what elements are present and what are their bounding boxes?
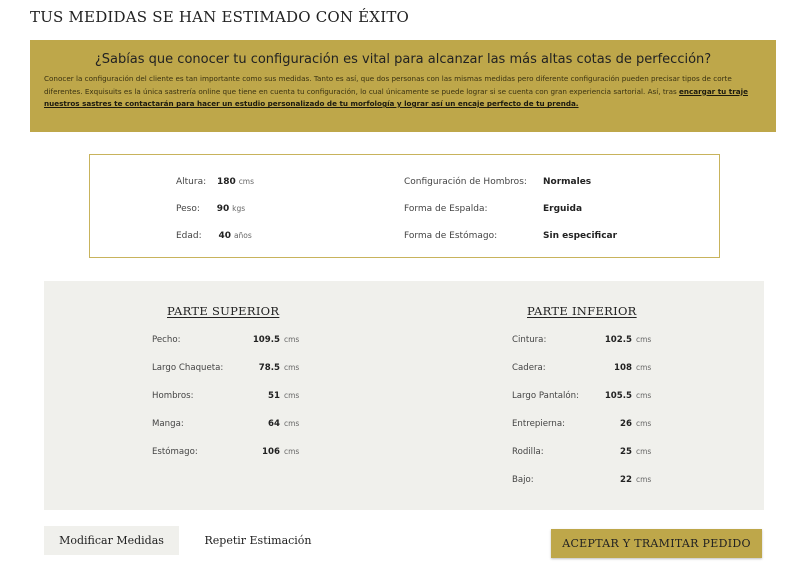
modify-measurements-button[interactable]: Modificar Medidas [44,526,179,555]
profile-value: 90 [216,204,230,214]
measurements-panel: PARTE SUPERIOR PARTE INFERIOR Pecho: 109… [44,281,764,510]
accept-order-button[interactable]: ACEPTAR Y TRAMITAR PEDIDO [551,529,762,558]
measurement-unit: cms [636,475,652,484]
measurement-value: 109.5 [252,335,280,345]
measurement-label: Pecho: [152,335,181,345]
info-body: Conocer la configuración del cliente es … [44,73,762,111]
profile-height-row: Altura: 180 cms [176,177,254,187]
profile-stomach-row: Forma de Estómago: [404,231,497,241]
profile-label: Altura: [176,177,207,187]
info-heading: ¿Sabías que conocer tu configuración es … [94,52,712,67]
measurement-value: 51 [268,391,280,401]
measurement-value: 78.5 [258,363,280,373]
measurement-unit: cms [636,419,652,428]
profile-shoulders-value: Normales [543,177,591,187]
measurement-label: Cadera: [512,363,546,373]
measurement-unit: cms [636,363,652,372]
measurement-label: Hombros: [152,391,194,401]
lower-section-title: PARTE INFERIOR [527,304,637,318]
repeat-estimation-button[interactable]: Repetir Estimación [191,526,325,555]
profile-age-row: Edad: 40 años [176,231,252,241]
profile-label: Configuración de Hombros: [404,177,527,187]
measurement-value: 102.5 [604,335,632,345]
measurement-unit: cms [284,335,300,344]
body-profile-summary: Altura: 180 cms Peso: 90 kgs Edad: 40 añ… [89,154,720,258]
measurement-value: 105.5 [604,391,632,401]
profile-value: Sin especificar [543,231,618,241]
upper-section-title: PARTE SUPERIOR [167,304,280,318]
measurement-label: Entrepierna: [512,419,565,429]
profile-label: Peso: [176,204,200,214]
profile-shoulders-row: Configuración de Hombros: [404,177,527,187]
profile-value: 40 [218,231,232,241]
measurement-label: Estómago: [152,447,198,457]
measurement-unit: cms [636,391,652,400]
profile-stomach-value: Sin especificar [543,231,617,241]
profile-unit: años [233,231,252,240]
measurement-unit: cms [284,363,300,372]
profile-back-value: Erguida [543,204,582,214]
measurement-unit: cms [636,447,652,456]
measurement-value: 64 [268,419,280,429]
measurement-label: Cintura: [512,335,547,345]
profile-back-row: Forma de Espalda: [404,204,488,214]
configuration-info-banner: ¿Sabías que conocer tu configuración es … [30,40,776,132]
measurement-label: Rodilla: [512,447,544,457]
measurement-unit: cms [284,447,300,456]
profile-value: Erguida [543,204,583,214]
page-title: TUS MEDIDAS SE HAN ESTIMADO CON ÉXITO [30,8,410,26]
measurement-label: Largo Pantalón: [512,391,580,401]
measurement-value: 26 [620,419,632,429]
profile-label: Forma de Estómago: [404,231,498,241]
measurement-label: Largo Chaqueta: [152,363,224,373]
profile-weight-row: Peso: 90 kgs [176,204,245,214]
profile-value: 180 [217,177,236,187]
measurement-label: Manga: [152,419,184,429]
measurement-value: 25 [620,447,632,457]
measurement-unit: cms [284,419,300,428]
profile-value: Normales [543,177,592,187]
measurement-label: Bajo: [512,475,534,485]
measurement-unit: cms [636,335,652,344]
measurement-value: 106 [262,447,280,457]
info-body-text: Conocer la configuración del cliente es … [44,74,732,96]
profile-unit: cms [238,177,255,186]
profile-label: Edad: [176,231,202,241]
measurement-unit: cms [284,391,300,400]
profile-unit: kgs [232,204,246,213]
measurement-value: 108 [614,363,632,373]
profile-label: Forma de Espalda: [404,204,488,214]
measurement-value: 22 [620,475,632,485]
